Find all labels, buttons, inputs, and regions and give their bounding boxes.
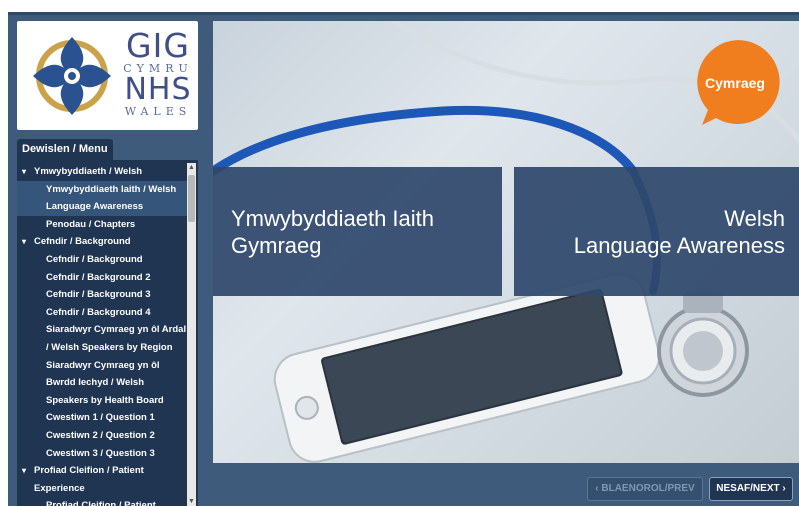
logo-gig: GIG <box>126 26 190 65</box>
chevron-down-icon: ▾ <box>22 466 27 476</box>
menu-section-welsh[interactable]: ▾ Ymwybyddiaeth / Welsh <box>17 163 187 181</box>
nhs-wales-logo: GIG CYMRU NHS WALES <box>17 21 198 130</box>
menu-item-background-4[interactable]: Cefndir / Background 4 <box>17 304 187 322</box>
chevron-down-icon: ▾ <box>22 237 27 247</box>
menu-item-background-3[interactable]: Cefndir / Background 3 <box>17 286 187 304</box>
menu-section-patient-experience-cont[interactable]: Experience <box>17 480 187 498</box>
menu-item-chapters[interactable]: Penodau / Chapters <box>17 216 187 234</box>
title-english-line2: Language Awareness <box>573 233 785 258</box>
menu-item-question-1[interactable]: Cwestiwn 1 / Question 1 <box>17 409 187 427</box>
menu-scrollbar[interactable]: ▲ ▼ <box>187 163 196 506</box>
chevron-down-icon: ▾ <box>22 167 27 176</box>
menu-item-speakers-by-region-cont[interactable]: / Welsh Speakers by Region <box>17 339 187 357</box>
logo-wales: WALES <box>124 105 192 118</box>
title-english-line1: Welsh <box>724 206 785 231</box>
menu-item-speakers-by-board[interactable]: Siaradwyr Cymraeg yn ôl <box>17 357 187 375</box>
menu-list: ▾ Ymwybyddiaeth / Welsh Ymwybyddiaeth Iai… <box>17 163 187 506</box>
menu-section-patient-experience[interactable]: ▾ Profiad Cleifion / Patient <box>17 462 187 480</box>
menu-panel: ▾ Ymwybyddiaeth / Welsh Ymwybyddiaeth Iai… <box>17 160 198 506</box>
menu-item-patient-experience[interactable]: Profiad Cleifion / Patient <box>17 497 187 506</box>
logo-nhs: NHS <box>124 72 192 107</box>
title-welsh: Ymwybyddiaeth Iaith Gymraeg <box>213 167 502 296</box>
menu-item-language-awareness[interactable]: Language Awareness <box>17 198 187 216</box>
menu-item-question-3[interactable]: Cwestiwn 3 / Question 3 <box>17 445 187 463</box>
celtic-knot-icon <box>33 37 111 115</box>
badge-label: Cymraeg <box>705 75 765 91</box>
logo-wordmark: GIG CYMRU NHS WALES <box>121 29 195 118</box>
slide-stage: Cymraeg Ymwybyddiaeth Iaith Gymraeg Wels… <box>213 21 799 463</box>
menu-item-question-2[interactable]: Cwestiwn 2 / Question 2 <box>17 427 187 445</box>
menu-section-background[interactable]: ▾ Cefndir / Background <box>17 233 187 251</box>
title-welsh-line2: Gymraeg <box>231 233 322 258</box>
menu-item-background-1[interactable]: Cefndir / Background <box>17 251 187 269</box>
menu-item-speakers-by-board-cont2[interactable]: Speakers by Health Board <box>17 392 187 410</box>
menu-item-speakers-by-board-cont[interactable]: Bwrdd Iechyd / Welsh <box>17 374 187 392</box>
menu-item-speakers-by-region[interactable]: Siaradwyr Cymraeg yn ôl Ardal <box>17 321 187 339</box>
cymraeg-badge: Cymraeg <box>694 38 782 126</box>
scroll-thumb[interactable] <box>188 175 195 222</box>
next-button[interactable]: NESAF/NEXT › <box>709 477 793 501</box>
menu-tab[interactable]: Dewislen / Menu <box>17 139 113 160</box>
menu-item-welsh-language-awareness[interactable]: Ymwybyddiaeth Iaith / Welsh <box>17 180 187 199</box>
prev-button[interactable]: ‹ BLAENOROL/PREV <box>587 477 703 501</box>
scroll-down-icon[interactable]: ▼ <box>187 497 196 506</box>
title-welsh-line1: Ymwybyddiaeth Iaith <box>231 206 434 231</box>
title-english: Welsh Language Awareness <box>514 167 799 296</box>
menu-item-background-2[interactable]: Cefndir / Background 2 <box>17 269 187 287</box>
scroll-up-icon[interactable]: ▲ <box>187 163 196 172</box>
